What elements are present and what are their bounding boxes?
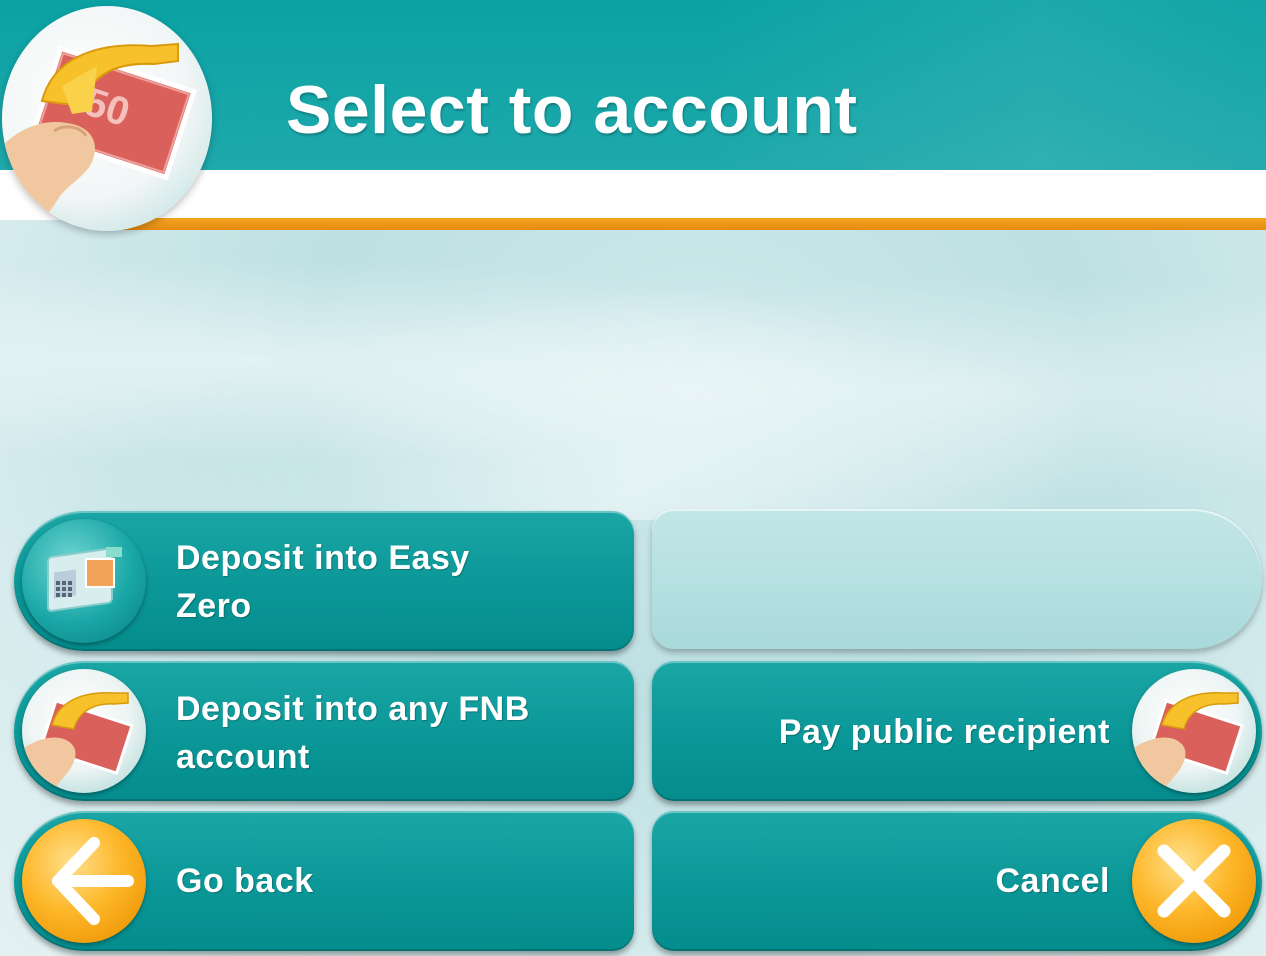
- atm-screen: 50 Select to account Deposit into Easy Z…: [0, 0, 1266, 956]
- go-back-button[interactable]: Go back: [14, 811, 634, 951]
- deposit-any-fnb-label: Deposit into any FNB account: [176, 690, 530, 776]
- background-clouds: [0, 230, 1266, 520]
- empty-option-slot: [652, 509, 1262, 649]
- page-title: Select to account: [286, 72, 858, 148]
- hand-card-icon: [1132, 669, 1256, 793]
- deposit-easy-zero-button[interactable]: Deposit into Easy Zero: [14, 511, 634, 651]
- go-back-label: Go back: [176, 862, 314, 900]
- deposit-any-fnb-button[interactable]: Deposit into any FNB account: [14, 661, 634, 801]
- pay-public-recipient-button[interactable]: Pay public recipient: [652, 661, 1262, 801]
- hand-card-logo-icon: 50: [2, 6, 212, 231]
- header-accent-line: [120, 218, 1266, 230]
- close-icon: [1132, 819, 1256, 943]
- arrow-left-icon: [22, 819, 146, 943]
- hand-card-icon: [22, 669, 146, 793]
- pay-public-recipient-label: Pay public recipient: [778, 713, 1110, 751]
- atm-machine-icon: [22, 519, 146, 643]
- cancel-label: Cancel: [995, 862, 1110, 900]
- cancel-button[interactable]: Cancel: [652, 811, 1262, 951]
- deposit-easy-zero-label: Deposit into Easy Zero: [176, 539, 470, 625]
